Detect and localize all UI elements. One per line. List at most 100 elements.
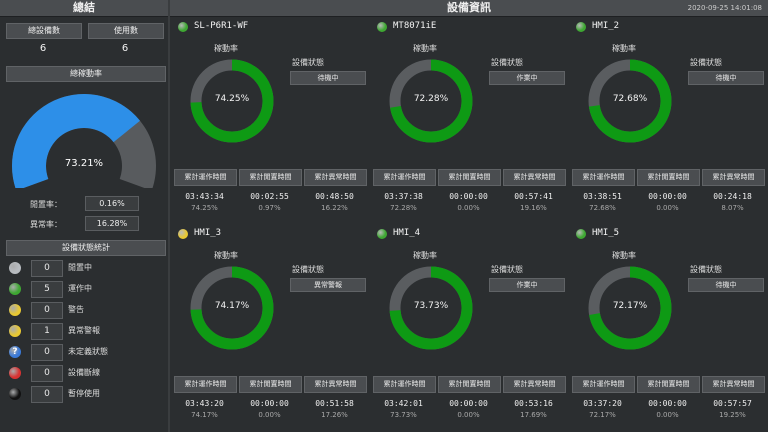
summary-panel: 總結 總設備數 使用數 6 6 總稼動率 73.21% 閒置率： 0.16% 異… <box>0 0 168 432</box>
status-stats-title: 設備狀態統計 <box>6 240 166 256</box>
idle-time-value: 00:00:00 <box>449 192 488 201</box>
cumulative-run-time-button[interactable]: 累計運作時間 <box>373 376 436 393</box>
device-status-dot <box>178 229 188 239</box>
run-time-value: 03:43:20 <box>185 399 224 408</box>
cumulative-run-time-button[interactable]: 累計運作時間 <box>572 376 635 393</box>
cumulative-idle-time-button[interactable]: 累計閒置時間 <box>239 376 302 393</box>
device-state-value: 待機中 <box>688 278 764 292</box>
status-count: 0 <box>31 386 63 403</box>
status-stat-row: 0 暫停使用 <box>6 385 162 403</box>
idle-time-percent: 0.00% <box>258 411 281 419</box>
device-state-value: 待機中 <box>290 71 366 85</box>
status-stat-row: ? 0 未定義狀態 <box>6 343 162 361</box>
status-label: 設備斷線 <box>68 368 100 377</box>
abnormal-time-value: 00:57:41 <box>514 192 553 201</box>
in-use-label: 使用數 <box>88 23 164 39</box>
total-devices-value: 6 <box>39 43 47 54</box>
status-count: 0 <box>31 302 63 319</box>
idle-time-percent: 0.00% <box>457 411 480 419</box>
idle-time-value: 00:00:00 <box>449 399 488 408</box>
status-stat-row: 0 警告 <box>6 301 162 319</box>
status-label: 暫停使用 <box>68 389 100 398</box>
rate-label: 稼動率 <box>214 44 238 53</box>
state-label: 設備狀態 <box>292 58 324 67</box>
device-rate-value: 72.28% <box>413 94 449 104</box>
cumulative-abnormal-time-button[interactable]: 累計異常時間 <box>702 169 765 186</box>
device-rate-value: 72.68% <box>612 94 648 104</box>
device-state-value: 異常警報 <box>290 278 366 292</box>
question-icon: ? <box>9 346 21 358</box>
abnormal-rate-label: 異常率： <box>30 220 62 229</box>
device-status-dot <box>178 22 188 32</box>
device-name: HMI_4 <box>393 228 421 238</box>
idle-time-percent: 0.00% <box>656 204 679 212</box>
cumulative-abnormal-time-button[interactable]: 累計異常時間 <box>702 376 765 393</box>
abnormal-time-percent: 19.16% <box>520 204 547 212</box>
device-name: HMI_5 <box>592 228 620 238</box>
device-status-dot <box>377 22 387 32</box>
device-name: MT8071iE <box>393 21 437 31</box>
device-state-value: 作業中 <box>489 278 565 292</box>
device-name: HMI_2 <box>592 21 620 31</box>
cumulative-idle-time-button[interactable]: 累計閒置時間 <box>438 376 501 393</box>
abnormal-time-value: 00:57:57 <box>713 399 752 408</box>
rate-label: 稼動率 <box>413 251 437 260</box>
status-label: 警告 <box>68 305 84 314</box>
status-stat-row: 5 運作中 <box>6 280 162 298</box>
cumulative-abnormal-time-button[interactable]: 累計異常時間 <box>503 376 566 393</box>
cumulative-abnormal-time-button[interactable]: 累計異常時間 <box>503 169 566 186</box>
state-label: 設備狀態 <box>690 58 722 67</box>
cumulative-idle-time-button[interactable]: 累計閒置時間 <box>239 169 302 186</box>
device-status-dot <box>377 229 387 239</box>
status-stat-row: 0 設備斷線 <box>6 364 162 382</box>
device-status-dot <box>576 229 586 239</box>
cumulative-idle-time-button[interactable]: 累計閒置時間 <box>438 169 501 186</box>
cumulative-abnormal-time-button[interactable]: 累計異常時間 <box>304 169 367 186</box>
device-state-value: 作業中 <box>489 71 565 85</box>
cumulative-abnormal-time-button[interactable]: 累計異常時間 <box>304 376 367 393</box>
cumulative-run-time-button[interactable]: 累計運作時間 <box>174 376 237 393</box>
abnormal-time-value: 00:24:18 <box>713 192 752 201</box>
abnormal-time-percent: 17.26% <box>321 411 348 419</box>
abnormal-time-value: 00:53:16 <box>514 399 553 408</box>
status-label: 閒置中 <box>68 263 92 272</box>
summary-title: 總結 <box>0 0 168 17</box>
device-name: HMI_3 <box>194 228 222 238</box>
green-status-dot <box>9 283 21 295</box>
idle-time-percent: 0.97% <box>258 204 281 212</box>
device-card: HMI_2 稼動率 設備狀態 待機中 72.68% 累計運作時間 累計閒置時間 … <box>570 17 766 222</box>
status-count: 0 <box>31 365 63 382</box>
total-rate-value: 73.21% <box>64 158 104 169</box>
rate-label: 稼動率 <box>214 251 238 260</box>
idle-time-value: 00:00:00 <box>648 192 687 201</box>
yellow-status-dot <box>9 304 21 316</box>
gray-status-dot <box>9 262 21 274</box>
cumulative-run-time-button[interactable]: 累計運作時間 <box>373 169 436 186</box>
status-count: 5 <box>31 281 63 298</box>
datetime: 2020-09-25 14:01:08 <box>687 4 762 12</box>
device-status-dot <box>576 22 586 32</box>
cumulative-idle-time-button[interactable]: 累計閒置時間 <box>637 376 700 393</box>
cumulative-run-time-button[interactable]: 累計運作時間 <box>174 169 237 186</box>
run-time-value: 03:43:34 <box>185 192 224 201</box>
device-rate-value: 74.17% <box>214 301 250 311</box>
run-time-percent: 72.28% <box>390 204 417 212</box>
device-card: HMI_3 稼動率 設備狀態 異常警報 74.17% 累計運作時間 累計閒置時間… <box>172 224 368 429</box>
cumulative-run-time-button[interactable]: 累計運作時間 <box>572 169 635 186</box>
status-label: 異常警報 <box>68 326 100 335</box>
idle-time-percent: 0.00% <box>457 204 480 212</box>
status-count: 0 <box>31 344 63 361</box>
device-state-value: 待機中 <box>688 71 764 85</box>
abnormal-time-percent: 19.25% <box>719 411 746 419</box>
cumulative-idle-time-button[interactable]: 累計閒置時間 <box>637 169 700 186</box>
total-rate-gauge <box>12 93 156 188</box>
run-time-percent: 73.73% <box>390 411 417 419</box>
status-count: 0 <box>31 260 63 277</box>
run-time-percent: 74.25% <box>191 204 218 212</box>
idle-time-percent: 0.00% <box>656 411 679 419</box>
idle-rate-label: 閒置率： <box>30 200 62 209</box>
idle-rate-value: 0.16% <box>85 196 139 211</box>
device-info-panel: 設備資訊 2020-09-25 14:01:08 SL-P6R1-WF 稼動率 … <box>170 0 768 432</box>
device-rate-value: 74.25% <box>214 94 250 104</box>
in-use-value: 6 <box>121 43 129 54</box>
